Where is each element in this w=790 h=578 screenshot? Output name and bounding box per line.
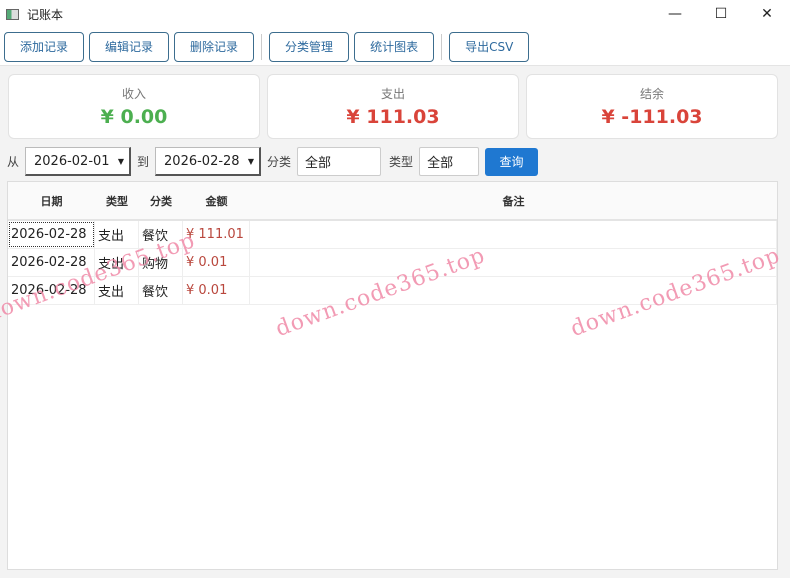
- cell-category[interactable]: 购物: [139, 249, 183, 276]
- cell-amount[interactable]: ¥ 111.01: [183, 221, 250, 248]
- add-record-button[interactable]: 添加记录: [4, 31, 85, 62]
- cell-amount[interactable]: ¥ 0.01: [183, 249, 250, 276]
- category-label: 分类: [267, 155, 292, 169]
- to-date-picker[interactable]: 2026-02-28 ▼: [155, 147, 262, 176]
- income-card: 收入 ¥ 0.00: [8, 74, 260, 139]
- cell-note[interactable]: [250, 249, 777, 276]
- header-category[interactable]: 分类: [139, 182, 183, 219]
- from-date-value: 2026-02-01: [34, 153, 110, 169]
- app-icon: [6, 8, 19, 20]
- type-select[interactable]: 全部: [419, 147, 480, 176]
- table-row[interactable]: 2026-02-28 支出 餐饮 ¥ 0.01: [8, 277, 777, 305]
- to-date-value: 2026-02-28: [164, 153, 240, 169]
- income-value: ¥ 0.00: [100, 106, 168, 128]
- cell-note[interactable]: [250, 221, 777, 248]
- category-select[interactable]: 全部: [297, 147, 382, 176]
- title-bar: 记账本 — ☐ ✕: [0, 0, 790, 28]
- dropdown-arrow-icon: ▼: [117, 156, 125, 166]
- cell-date[interactable]: 2026-02-28: [8, 277, 95, 304]
- category-management-button[interactable]: 分类管理: [269, 31, 350, 62]
- delete-record-button[interactable]: 删除记录: [174, 31, 255, 62]
- cell-type[interactable]: 支出: [95, 277, 139, 304]
- header-type[interactable]: 类型: [95, 182, 139, 219]
- from-label: 从: [7, 155, 20, 169]
- toolbar-separator: [261, 33, 263, 60]
- edit-record-button[interactable]: 编辑记录: [89, 31, 170, 62]
- income-label: 收入: [121, 87, 146, 101]
- minimize-button[interactable]: —: [652, 6, 698, 22]
- to-label: 到: [137, 155, 150, 169]
- table-row[interactable]: 2026-02-28 支出 餐饮 ¥ 111.01: [8, 221, 777, 249]
- from-date-picker[interactable]: 2026-02-01 ▼: [25, 147, 132, 176]
- close-button[interactable]: ✕: [744, 6, 790, 22]
- records-table: 日期 类型 分类 金额 备注 2026-02-28 支出 餐饮 ¥ 111.01…: [7, 181, 778, 570]
- maximize-button[interactable]: ☐: [698, 6, 744, 22]
- cell-date[interactable]: 2026-02-28: [8, 249, 95, 276]
- balance-label: 结余: [639, 87, 664, 101]
- cell-note[interactable]: [250, 277, 777, 304]
- filter-bar: 从 2026-02-01 ▼ 到 2026-02-28 ▼ 分类 全部 类型 全部 …: [0, 139, 790, 176]
- dropdown-arrow-icon: ▼: [247, 156, 255, 166]
- cell-date[interactable]: 2026-02-28: [8, 221, 95, 248]
- toolbar-separator: [441, 33, 443, 60]
- header-date[interactable]: 日期: [8, 182, 95, 219]
- toolbar: 添加记录 编辑记录 删除记录 分类管理 统计图表 导出CSV: [0, 28, 790, 66]
- expense-value: ¥ 111.03: [346, 106, 440, 128]
- cell-amount[interactable]: ¥ 0.01: [183, 277, 250, 304]
- statistics-chart-button[interactable]: 统计图表: [354, 31, 435, 62]
- export-csv-button[interactable]: 导出CSV: [449, 31, 530, 62]
- expense-label: 支出: [380, 87, 405, 101]
- type-label: 类型: [389, 155, 414, 169]
- balance-card: 结余 ¥ -111.03: [526, 74, 778, 139]
- cell-type[interactable]: 支出: [95, 221, 139, 248]
- header-note[interactable]: 备注: [250, 182, 777, 219]
- summary-cards: 收入 ¥ 0.00 支出 ¥ 111.03 结余 ¥ -111.03: [0, 66, 790, 139]
- cell-type[interactable]: 支出: [95, 249, 139, 276]
- expense-card: 支出 ¥ 111.03: [267, 74, 519, 139]
- balance-value: ¥ -111.03: [601, 106, 703, 128]
- cell-category[interactable]: 餐饮: [139, 221, 183, 248]
- table-header: 日期 类型 分类 金额 备注: [8, 182, 777, 221]
- header-amount[interactable]: 金额: [183, 182, 250, 219]
- window-title: 记账本: [27, 7, 64, 22]
- cell-category[interactable]: 餐饮: [139, 277, 183, 304]
- table-row[interactable]: 2026-02-28 支出 购物 ¥ 0.01: [8, 249, 777, 277]
- query-button[interactable]: 查询: [485, 147, 539, 176]
